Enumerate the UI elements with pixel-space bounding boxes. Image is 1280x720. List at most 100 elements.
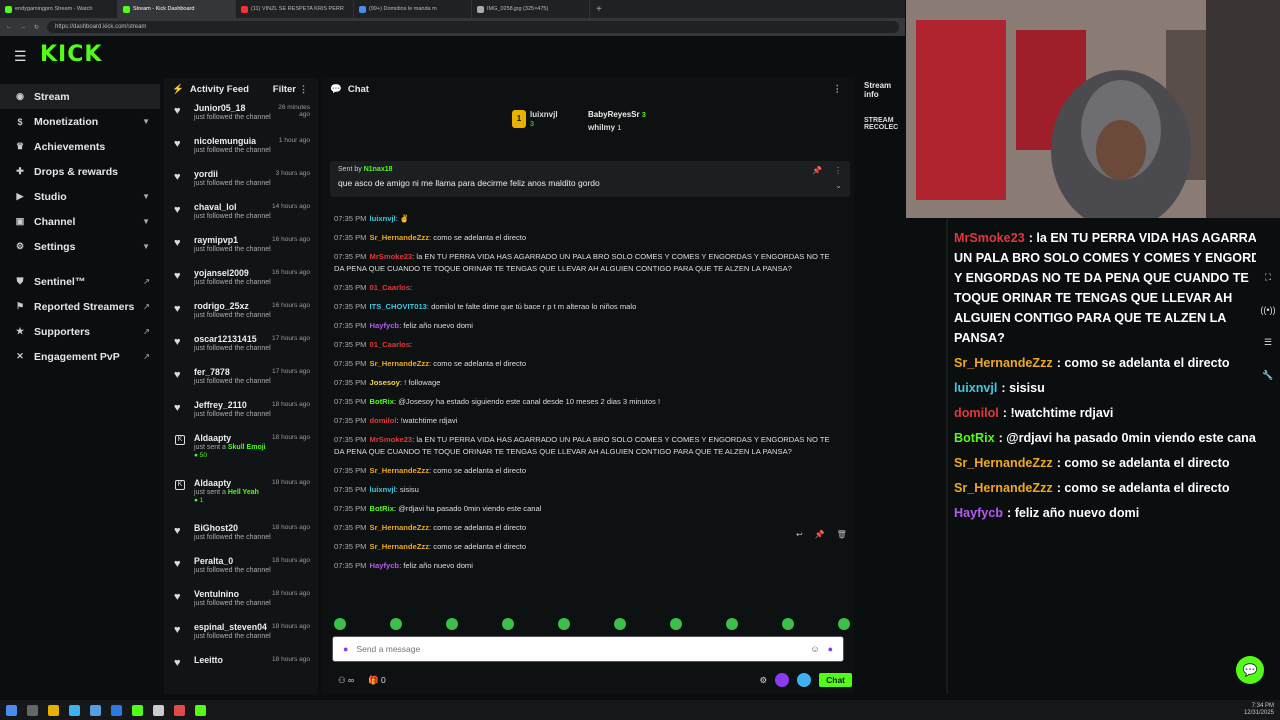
activity-item[interactable]: ♥ Peralta_0 18 hours ago just followed the … (164, 553, 318, 586)
sidebar-item-studio[interactable]: ▶ Studio ▼ (0, 184, 160, 209)
back-icon[interactable]: ← (6, 24, 12, 30)
kick-app-icon[interactable] (195, 704, 206, 716)
message-username[interactable]: BotRix (370, 397, 394, 406)
more-options-icon[interactable]: ⋮ (299, 84, 308, 95)
chat-message[interactable]: 07:35 PM Sr_HernandeZzz: como se adelanta… (334, 232, 834, 244)
gift-icon[interactable]: 🎁 0 (368, 675, 386, 686)
activity-item[interactable]: ♥ Ventulnino 18 hours ago just followed the… (164, 586, 318, 619)
layout-icon[interactable]: ☰ (1256, 337, 1280, 348)
chat-message[interactable]: 07:35 PM Sr_HernandeZzz: como se adelanta… (334, 522, 834, 534)
app-icon[interactable] (174, 704, 185, 716)
message-username[interactable]: 01_Caarlos (370, 340, 411, 349)
sidebar-item-drops-rewards[interactable]: ✚ Drops & rewards (0, 159, 160, 184)
new-tab-button[interactable]: + (590, 4, 608, 15)
delete-icon[interactable]: 🗑 (837, 530, 847, 539)
activity-item[interactable]: ♥ oscar12131415 17 hours ago just followed … (164, 331, 318, 364)
url-field[interactable]: https://dashboard.kick.com/stream (47, 21, 899, 33)
chat-message[interactable]: 07:35 PM ITS_CHOVIT013: domilol te falte … (334, 301, 834, 313)
message-username[interactable]: MrSmoke23 (370, 252, 413, 261)
chat-message[interactable]: 07:35 PM Sr_HernandeZzz: como se adelanta… (334, 358, 834, 370)
activity-item[interactable]: K Aldaapty 18 hours ago just sent a Hell Ye… (164, 475, 318, 520)
7tv-icon[interactable] (775, 673, 790, 687)
pin-icon[interactable]: 📌 (812, 166, 822, 175)
message-username[interactable]: Sr_HernandeZzz (370, 523, 430, 532)
message-username[interactable]: Hayfycb (370, 321, 400, 330)
emoji-icon[interactable]: ☺ (810, 644, 819, 654)
sidebar-item-supporters[interactable]: ★ Supporters ↗ (0, 319, 160, 344)
chat-input-box[interactable]: ● ☺ ● (332, 636, 844, 662)
chat-message[interactable]: 07:35 PM domilol: !watchtime rdjavi (334, 415, 834, 427)
chrome-icon[interactable] (69, 704, 80, 716)
sidebar-item-reported-streamers[interactable]: ⚑ Reported Streamers ↗ (0, 294, 160, 319)
app-icon[interactable] (90, 704, 101, 716)
emote-picker-icon[interactable]: ● (343, 644, 348, 654)
chat-message[interactable]: 07:35 PM BotRix: @Josesoy ha estado sigui… (334, 396, 834, 408)
more-options-icon[interactable]: ⋮ (834, 166, 842, 175)
emote[interactable] (558, 618, 570, 630)
browser-tab[interactable]: IMG_0258.jpg (325×475) (472, 0, 590, 18)
chat-message[interactable]: 07:35 PM luixnvjl: sisisu (334, 484, 834, 496)
send-chat-button[interactable]: Chat (819, 673, 852, 687)
message-username[interactable]: Sr_HernandeZzz (370, 359, 430, 368)
broadcast-icon[interactable]: ((•)) (1256, 305, 1280, 315)
emote[interactable] (782, 618, 794, 630)
browser-tab[interactable]: (11) VINZL SE RESPETA KRIS PERR (236, 0, 354, 18)
message-username[interactable]: Sr_HernandeZzz (370, 233, 430, 242)
browser-tab[interactable]: (99+) Domidios le manda m (354, 0, 472, 18)
emote[interactable] (502, 618, 514, 630)
sidebar-item-sentinel-[interactable]: ⛊ Sentinel™ ↗ (0, 269, 160, 294)
sidebar-item-monetization[interactable]: $ Monetization ▼ (0, 109, 160, 134)
crop-icon[interactable]: ⛶ (1256, 272, 1280, 283)
sidebar-item-achievements[interactable]: ♛ Achievements (0, 134, 160, 159)
chat-message[interactable]: 07:35 PM MrSmoke23: la EN TU PERRA VIDA H… (334, 434, 834, 458)
emote[interactable] (446, 618, 458, 630)
search-icon[interactable] (27, 704, 38, 716)
chat-message[interactable]: 07:35 PM Hayfycb: feliz año nuevo domi (334, 560, 834, 572)
browser-tab[interactable]: endygamingpro Stream - Watch (0, 0, 118, 18)
windows-start-icon[interactable] (6, 704, 17, 716)
activity-item[interactable]: ♥ rodrigo_25xz 16 hours ago just followed t… (164, 298, 318, 331)
emote[interactable] (726, 618, 738, 630)
kick-emote-icon[interactable]: ● (828, 644, 833, 654)
reply-icon[interactable]: ↩ (796, 530, 803, 539)
message-username[interactable]: Sr_HernandeZzz (370, 466, 430, 475)
kick-logo[interactable]: KICK (40, 42, 102, 67)
chat-message[interactable]: 07:35 PM Hayfycb: feliz año nuevo domi (334, 320, 834, 332)
file-explorer-icon[interactable] (48, 704, 59, 716)
emote[interactable] (614, 618, 626, 630)
app-icon[interactable] (153, 704, 164, 716)
sidebar-item-stream[interactable]: ◉ Stream (0, 84, 160, 109)
activity-item[interactable]: ♥ Jeffrey_2110 18 hours ago just followed t… (164, 397, 318, 430)
app-icon[interactable] (132, 704, 143, 716)
emote[interactable] (670, 618, 682, 630)
message-username[interactable]: BotRix (370, 504, 394, 513)
activity-item[interactable]: ♥ Junior05_18 26 minutes ago just followed … (164, 100, 318, 133)
system-clock[interactable]: 7:34 PM 12/31/2025 (1244, 703, 1274, 717)
pinned-user[interactable]: N1nax18 (364, 166, 393, 173)
pin-icon[interactable]: 📌 (815, 530, 825, 539)
users-icon[interactable]: ⚇ ∞ (338, 675, 354, 686)
message-username[interactable]: 01_Caarlos (370, 283, 411, 292)
chat-message[interactable]: 07:35 PM luixnvjl: ✌ (334, 213, 834, 225)
message-username[interactable]: ITS_CHOVIT013 (370, 302, 427, 311)
chat-message[interactable]: 07:35 PM 01_Caarlos: (334, 282, 834, 294)
chat-bubble-button[interactable]: 💬 (1236, 656, 1264, 684)
app-icon[interactable] (111, 704, 122, 716)
activity-item[interactable]: K Aldaapty 18 hours ago just sent a Skull E… (164, 430, 318, 475)
activity-item[interactable]: ♥ BiGhost20 18 hours ago just followed the … (164, 520, 318, 553)
chat-input[interactable] (356, 644, 805, 654)
emote[interactable] (334, 618, 346, 630)
activity-item[interactable]: ♥ chaval_lol 14 hours ago just followed the… (164, 199, 318, 232)
chat-message[interactable]: 07:35 PM 01_Caarlos: (334, 339, 834, 351)
gear-icon[interactable]: ⚙ (759, 675, 767, 686)
activity-item[interactable]: ♥ yojansel2009 16 hours ago just followed t… (164, 265, 318, 298)
activity-item[interactable]: ♥ espinal_steven04 18 hours ago just follow… (164, 619, 318, 652)
message-username[interactable]: luixnvjl (370, 214, 396, 223)
activity-item[interactable]: ♥ fer_7878 17 hours ago just followed the c… (164, 364, 318, 397)
activity-item[interactable]: ♥ yordii 3 hours ago just followed the chan… (164, 166, 318, 199)
chat-message[interactable]: 07:35 PM Sr_HernandeZzz: como se adelanta… (334, 465, 834, 477)
chevron-down-icon[interactable]: ⌄ (835, 181, 842, 190)
chat-message[interactable]: 07:35 PM Josesoy: ! followage (334, 377, 834, 389)
filter-button[interactable]: Filter (273, 84, 296, 95)
activity-item[interactable]: ♥ Leeitto 18 hours ago (164, 652, 318, 685)
